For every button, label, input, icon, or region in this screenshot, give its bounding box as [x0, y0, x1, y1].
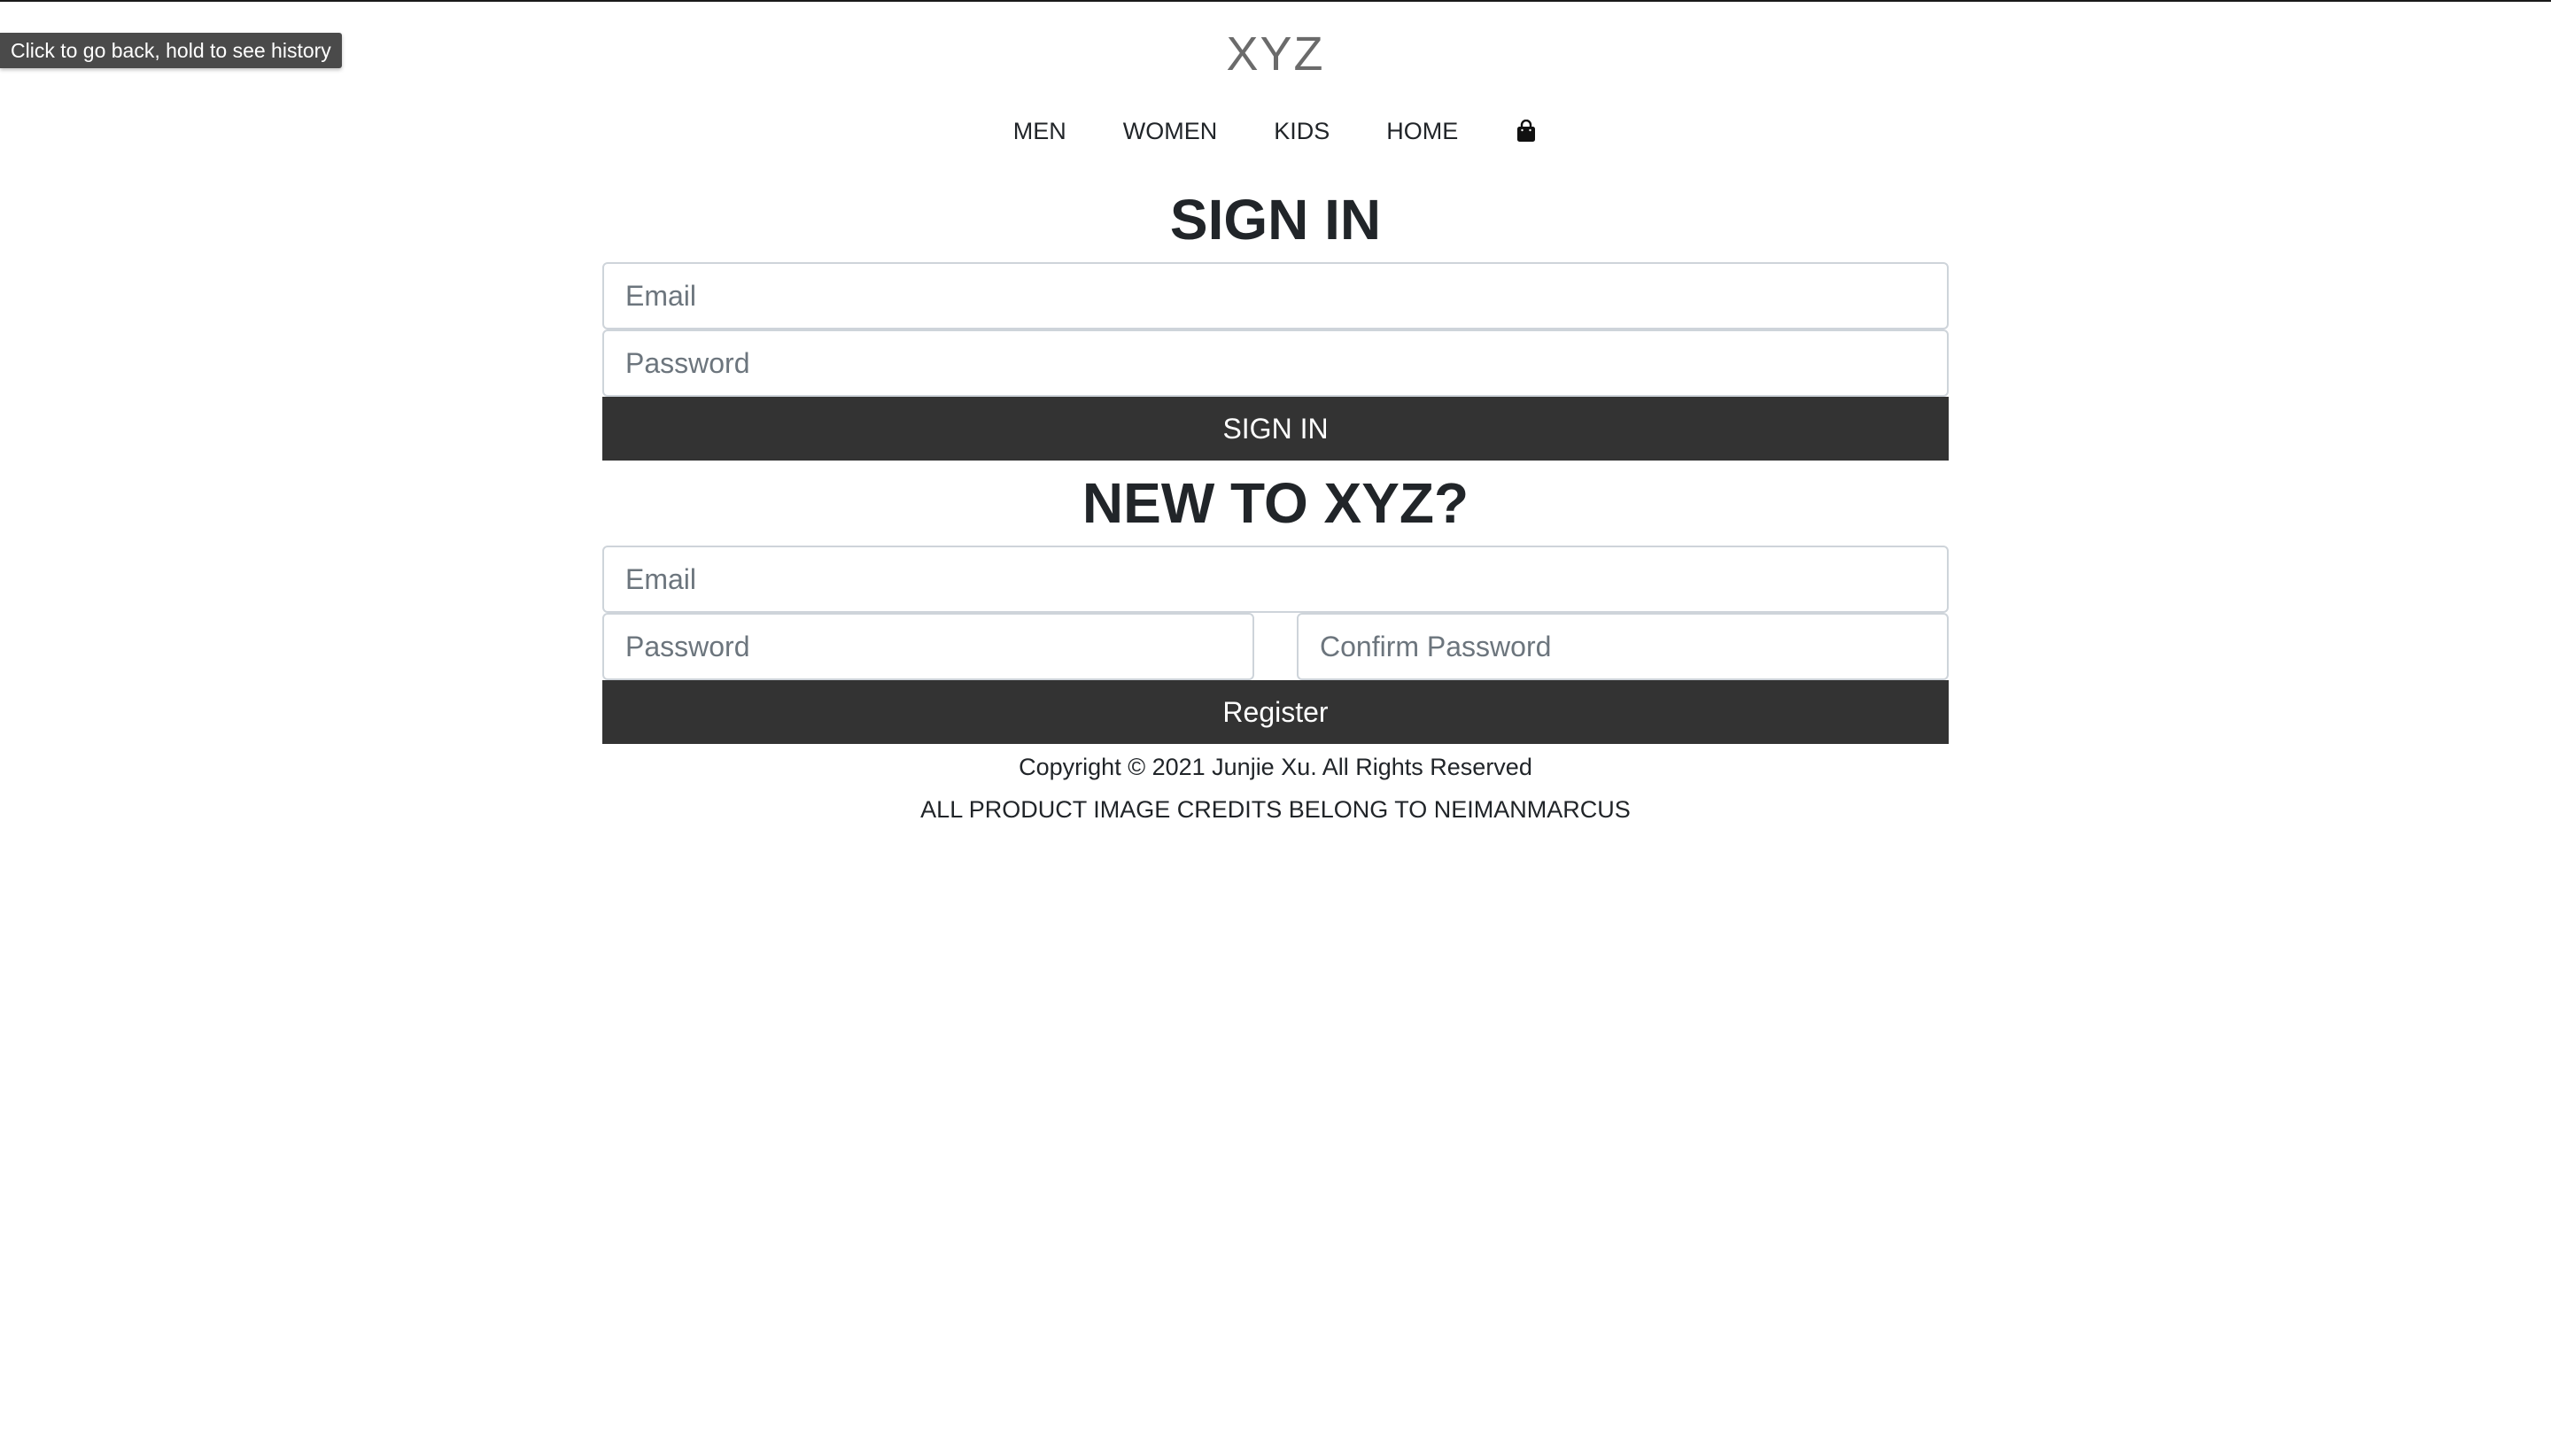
page-footer: Copyright © 2021 Junjie Xu. All Rights R… — [0, 746, 2551, 831]
image-credits-text: ALL PRODUCT IMAGE CREDITS BELONG TO NEIM… — [920, 796, 1631, 823]
register-email-input[interactable] — [602, 546, 1949, 613]
register-password-row — [602, 613, 1949, 680]
nav-link-kids[interactable]: KIDS — [1274, 113, 1330, 149]
register-password-input[interactable] — [602, 613, 1254, 680]
sign-in-email-input[interactable] — [602, 262, 1949, 329]
register-confirm-password-input[interactable] — [1297, 613, 1949, 680]
main-nav: MEN WOMEN KIDS HOME — [0, 113, 2551, 149]
site-logo[interactable]: XYZ — [0, 23, 2551, 85]
sign-in-section: SIGN IN SIGN IN — [602, 177, 1949, 461]
nav-link-home[interactable]: HOME — [1386, 113, 1458, 149]
sign-in-button[interactable]: SIGN IN — [602, 397, 1949, 461]
nav-link-women[interactable]: WOMEN — [1123, 113, 1217, 149]
register-button[interactable]: Register — [602, 680, 1949, 744]
sign-in-title: SIGN IN — [1169, 188, 1382, 252]
sign-in-password-input[interactable] — [602, 329, 1949, 397]
copyright-text: Copyright © 2021 Junjie Xu. All Rights R… — [1019, 754, 1532, 780]
auth-container: SIGN IN SIGN IN NEW TO XYZ? Register — [602, 177, 1949, 744]
register-title: NEW TO XYZ? — [1082, 471, 1469, 535]
shopping-bag-icon[interactable] — [1515, 113, 1538, 149]
register-section: NEW TO XYZ? Register — [602, 461, 1949, 744]
nav-link-men[interactable]: MEN — [1013, 113, 1066, 149]
window-top-border — [0, 0, 2551, 2]
